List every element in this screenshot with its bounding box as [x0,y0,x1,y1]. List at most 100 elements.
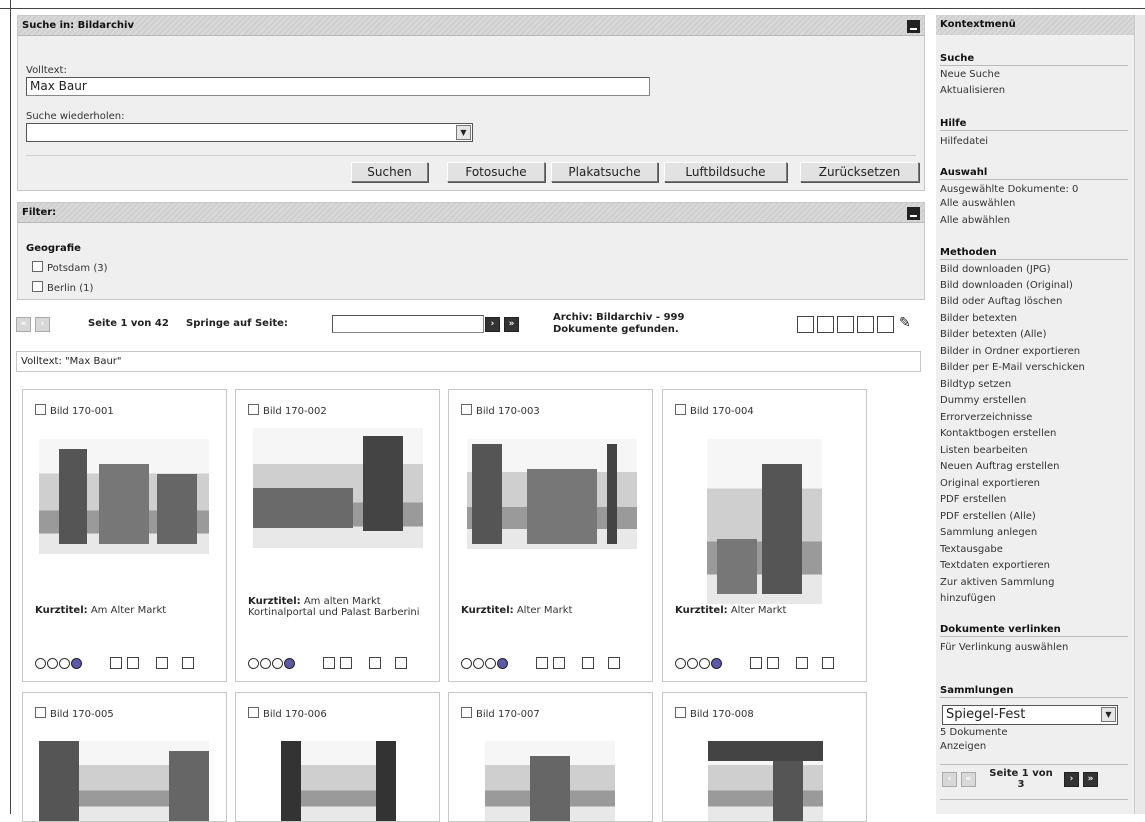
sidebar-item-methode[interactable]: Bild downloaden (Original) [940,280,1073,292]
rating-circle-icon[interactable] [687,658,698,669]
thumbnail-image[interactable] [253,428,423,548]
sidebar-item-methode[interactable]: Kontaktbogen erstellen [940,428,1056,440]
result-id[interactable]: Bild 170-007 [461,707,540,720]
sidebar-item-methode[interactable]: Bilder in Ordner exportieren [940,346,1080,358]
prev-page-icon[interactable]: ‹ [942,772,957,787]
sidebar-item-methode[interactable]: Original exportieren [940,478,1040,490]
filter-option-berlin[interactable]: Berlin (1) [32,281,93,294]
minimize-icon[interactable] [907,207,920,220]
rating-circle-icon[interactable] [47,658,58,669]
last-page-icon[interactable]: » [1083,772,1098,787]
checkbox[interactable] [461,404,472,415]
sidebar-item-methode[interactable]: Textausgabe [940,544,1003,556]
sammlung-select[interactable]: Spiegel-Fest ▼ [942,705,1118,725]
checkbox[interactable] [461,707,472,718]
rating-circle-icon[interactable] [35,658,46,669]
sidebar-item-hilfedatei[interactable]: Hilfedatei [940,136,988,148]
rating-circle-icon[interactable] [699,658,710,669]
checkbox[interactable] [35,707,46,718]
checkbox[interactable] [248,404,259,415]
fotosuche-button[interactable]: Fotosuche [447,162,545,182]
rating-circle-icon[interactable] [59,658,70,669]
checkbox[interactable] [35,404,46,415]
rating-check-icon[interactable] [711,658,722,669]
sidebar-item-methode[interactable]: PDF erstellen [940,494,1006,506]
thumbnail-image[interactable] [708,741,823,821]
rating-circle-icon[interactable] [248,658,259,669]
edit-icon[interactable] [127,657,139,669]
checkbox[interactable] [248,707,259,718]
luftbildsuche-button[interactable]: Luftbildsuche [664,162,787,182]
rating-check-icon[interactable] [284,658,295,669]
edit-pencil-icon[interactable]: ✎ [899,315,911,331]
text-icon[interactable] [156,657,168,669]
first-page-icon[interactable]: « [16,317,31,332]
prev-page-icon[interactable]: ‹ [35,317,50,332]
list-view-icon[interactable] [837,316,854,333]
next-page-icon[interactable]: › [1064,772,1079,787]
result-id[interactable]: Bild 170-003 [461,404,540,417]
save-icon[interactable] [822,657,834,669]
sidebar-item-methode[interactable]: Dummy erstellen [940,395,1026,407]
sidebar-item-methode[interactable]: Sammlung anlegen [940,527,1037,539]
result-card[interactable]: Bild 170-004 Kurztitel: Alter Markt [662,389,867,682]
copy-icon[interactable] [110,657,122,669]
result-card[interactable]: Bild 170-002 Kurztitel: Am alten Markt K… [235,389,440,682]
save-icon[interactable] [608,657,620,669]
thumbnail-image[interactable] [281,741,396,821]
result-card[interactable]: Bild 170-003 Kurztitel: Alter Markt [448,389,653,682]
volltext-input[interactable]: Max Baur [26,77,650,96]
checkbox[interactable] [675,404,686,415]
sidebar-item-methode[interactable]: Zur aktiven Sammlung [940,577,1054,589]
sammlung-show-link[interactable]: Anzeigen [940,741,986,753]
save-icon[interactable] [182,657,194,669]
sidebar-item-methode[interactable]: Bilder betexten (Alle) [940,329,1046,341]
first-page-icon[interactable]: « [961,772,976,787]
sidebar-item-neue-suche[interactable]: Neue Suche [940,69,1000,81]
thumbnail-image[interactable] [485,741,615,821]
text-icon[interactable] [796,657,808,669]
result-card[interactable]: Bild 170-001 Kurztitel: Am Alter Markt [22,389,227,682]
result-card[interactable]: Bild 170-008 [662,692,867,822]
rating-circle-icon[interactable] [461,658,472,669]
minimize-icon[interactable] [907,20,920,33]
thumbnail-image[interactable] [467,439,637,549]
next-page-icon[interactable]: › [485,317,500,332]
thumbnail-image[interactable] [39,741,209,821]
result-card[interactable]: Bild 170-006 [235,692,440,822]
result-id[interactable]: Bild 170-005 [35,707,114,720]
suchen-button[interactable]: Suchen [351,162,428,182]
sidebar-item-methode[interactable]: Neuen Auftrag erstellen [940,461,1059,473]
save-icon[interactable] [395,657,407,669]
sidebar-item-methode[interactable]: Textdaten exportieren [940,560,1050,572]
vertical-scrollbar[interactable] [1134,15,1145,814]
sidebar-item-methode[interactable]: Bilder per E-Mail verschicken [940,362,1085,374]
zuruecksetzen-button[interactable]: Zurücksetzen [800,162,919,182]
text-icon[interactable] [582,657,594,669]
sidebar-item-methode[interactable]: Bild downloaden (JPG) [940,264,1051,276]
edit-icon[interactable] [767,657,779,669]
rating-check-icon[interactable] [497,658,508,669]
copy-icon[interactable] [750,657,762,669]
text-icon[interactable] [369,657,381,669]
rating-circle-icon[interactable] [260,658,271,669]
result-id[interactable]: Bild 170-004 [675,404,754,417]
result-id[interactable]: Bild 170-006 [248,707,327,720]
filter-option-potsdam[interactable]: Potsdam (3) [32,261,107,274]
result-id[interactable]: Bild 170-008 [675,707,754,720]
detail-view-icon[interactable] [857,316,874,333]
sidebar-item-methode[interactable]: Listen bearbeiten [940,445,1028,457]
edit-icon[interactable] [553,657,565,669]
result-card[interactable]: Bild 170-005 [22,692,227,822]
sidebar-item-aktualisieren[interactable]: Aktualisieren [940,85,1005,97]
thumbnail-image[interactable] [39,439,209,554]
thumbnail-image[interactable] [707,439,822,604]
rating-circle-icon[interactable] [473,658,484,669]
checkbox[interactable] [32,281,43,292]
rating-circle-icon[interactable] [485,658,496,669]
sidebar-item-methode[interactable]: Bildtyp setzen [940,379,1011,391]
rating-circle-icon[interactable] [675,658,686,669]
checkbox[interactable] [675,707,686,718]
result-id[interactable]: Bild 170-002 [248,404,327,417]
checkbox[interactable] [32,261,43,272]
